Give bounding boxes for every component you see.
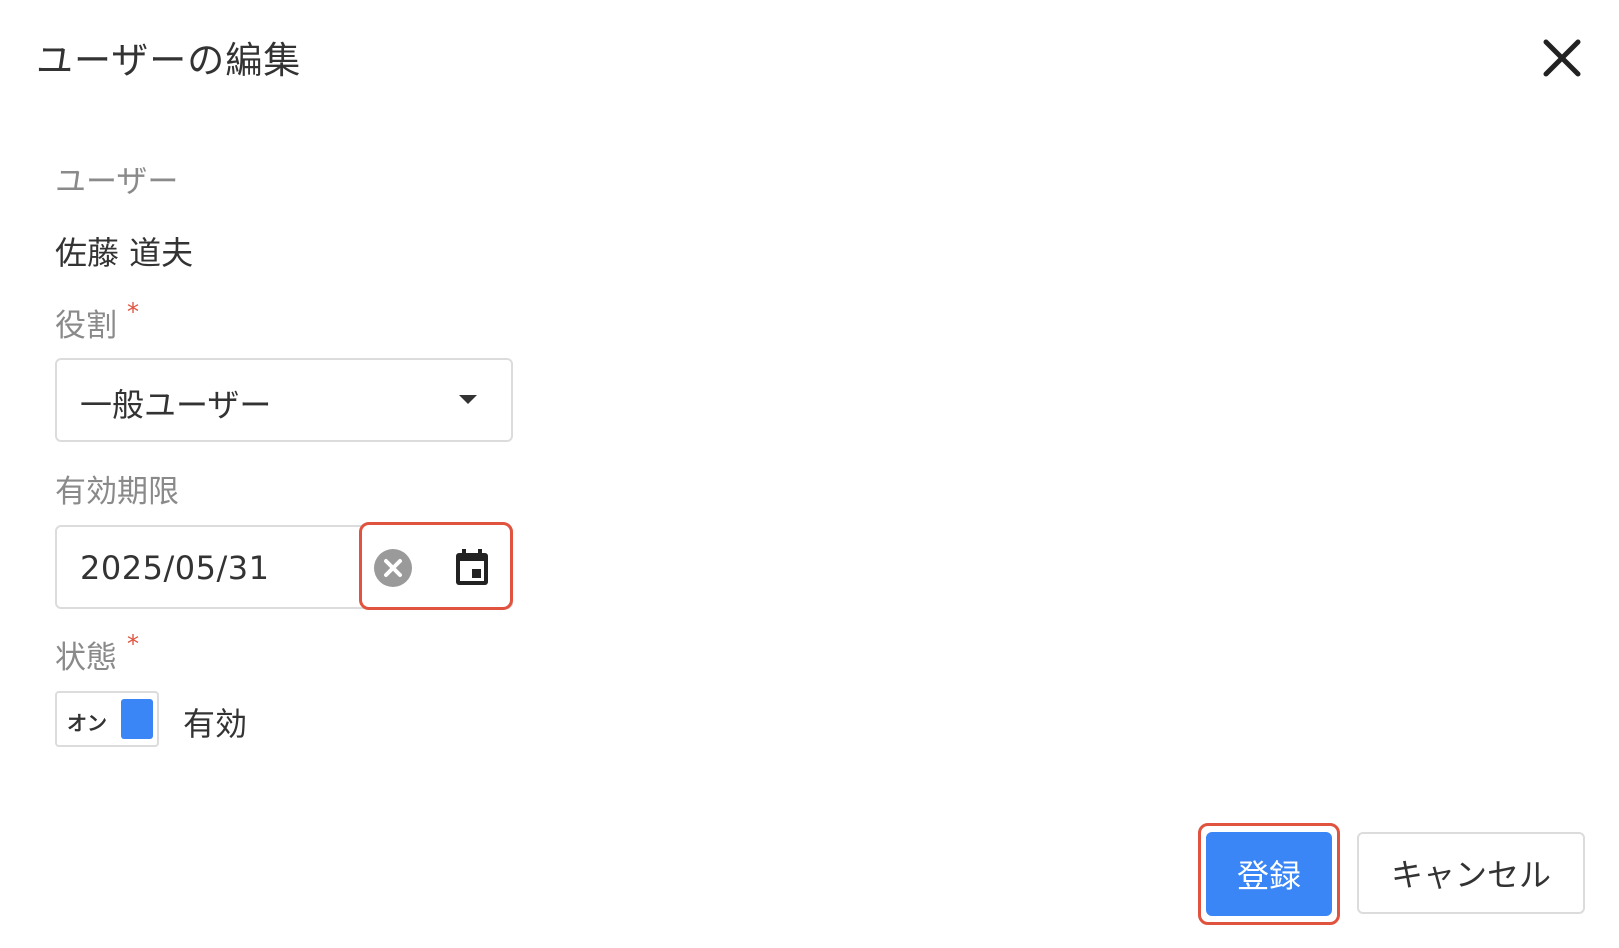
user-label: ユーザー (55, 164, 179, 200)
role-label: 役割 * (55, 298, 139, 345)
toggle-knob (121, 699, 153, 739)
role-label-text: 役割 (55, 308, 117, 344)
status-label-text: 状態 (55, 640, 117, 676)
expiry-label: 有効期限 (55, 474, 179, 510)
calendar-icon[interactable] (454, 549, 490, 587)
clear-icon[interactable] (373, 548, 413, 588)
dialog-title: ユーザーの編集 (36, 39, 302, 82)
role-select[interactable]: 一般ユーザー (55, 358, 513, 442)
date-actions-highlight (359, 522, 513, 610)
role-select-value: 一般ユーザー (80, 386, 272, 424)
status-value-label: 有効 (183, 705, 248, 743)
edit-user-dialog: ユーザーの編集 ユーザー 佐藤 道夫 役割 * 一般ユーザー 有効期限 2025/… (0, 0, 1619, 948)
submit-button[interactable]: 登録 (1206, 832, 1332, 916)
required-mark: * (127, 630, 139, 658)
status-label: 状態 * (55, 630, 139, 677)
expiry-date-value: 2025/05/31 (80, 549, 270, 587)
cancel-button[interactable]: キャンセル (1357, 832, 1585, 914)
status-toggle[interactable]: オン (55, 691, 159, 747)
close-icon[interactable] (1540, 36, 1584, 80)
toggle-state-text: オン (67, 711, 107, 735)
required-mark: * (127, 298, 139, 326)
chevron-down-icon (459, 395, 477, 404)
user-name-value: 佐藤 道夫 (55, 234, 194, 272)
